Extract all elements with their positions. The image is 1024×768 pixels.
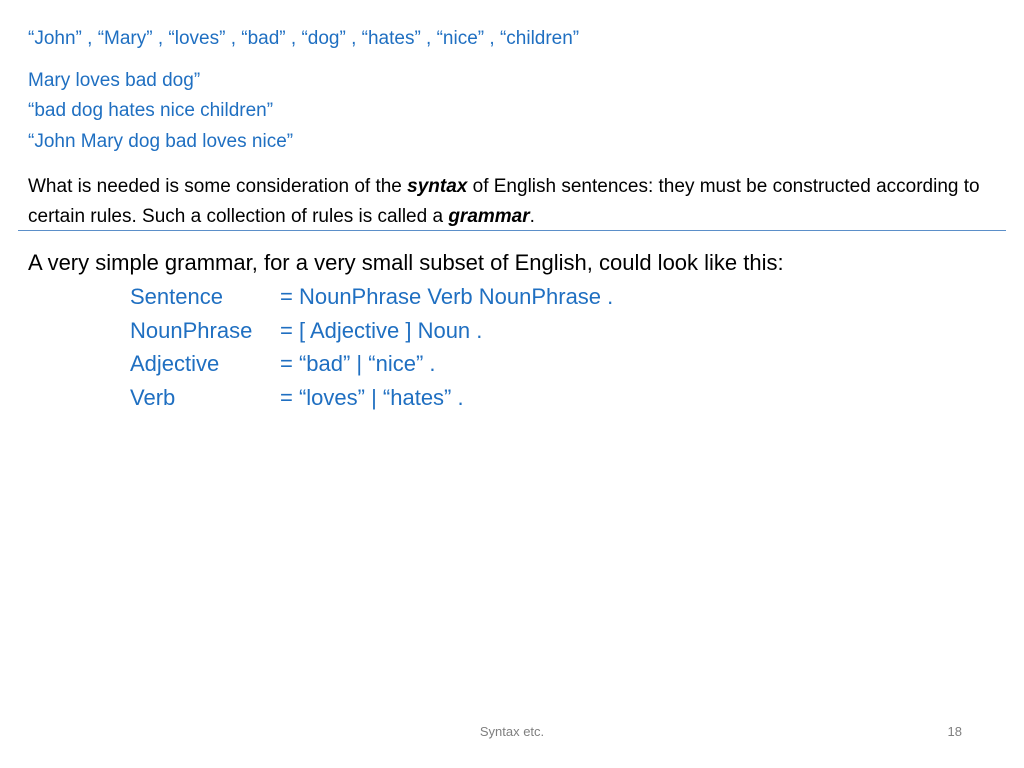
grammar-rule: NounPhrase = [ Adjective ] Noun . <box>130 317 482 345</box>
example-sentence: Mary loves bad dog” <box>28 70 201 91</box>
footer-title: Syntax etc. <box>479 724 545 739</box>
rule-rhs: = “loves” | “hates” . <box>280 385 464 410</box>
rule-lhs: NounPhrase <box>130 318 253 343</box>
grammar-intro: A very simple grammar, for a very small … <box>28 250 784 275</box>
syntax-term: syntax <box>407 176 468 197</box>
rule-rhs: = [ Adjective ] Noun . <box>280 318 483 343</box>
grammar-rule: Adjective = “bad” | “nice” . <box>130 350 436 378</box>
example-sentence: “John Mary dog bad loves nice” <box>28 131 294 152</box>
word-list: “John” , “Mary” , “loves” , “bad” , “dog… <box>28 28 580 49</box>
rule-lhs: Sentence <box>130 284 223 309</box>
slide: “John” , “Mary” , “loves” , “bad” , “dog… <box>0 0 1024 768</box>
rule-lhs: Verb <box>130 385 176 410</box>
paragraph-text: What is needed is some consideration of … <box>28 176 408 197</box>
grammar-term: grammar <box>448 206 530 227</box>
rule-rhs: = “bad” | “nice” . <box>280 351 436 376</box>
example-sentence: “bad dog hates nice children” <box>28 100 274 121</box>
syntax-paragraph: What is needed is some consideration of … <box>28 172 988 232</box>
page-number: 18 <box>947 724 962 739</box>
grammar-rule: Verb = “loves” | “hates” . <box>130 384 464 412</box>
rule-lhs: Adjective <box>130 351 220 376</box>
divider-line <box>18 230 1006 231</box>
paragraph-text: . <box>529 206 535 227</box>
rule-rhs: = NounPhrase Verb NounPhrase . <box>280 284 614 309</box>
grammar-rule: Sentence = NounPhrase Verb NounPhrase . <box>130 283 613 311</box>
